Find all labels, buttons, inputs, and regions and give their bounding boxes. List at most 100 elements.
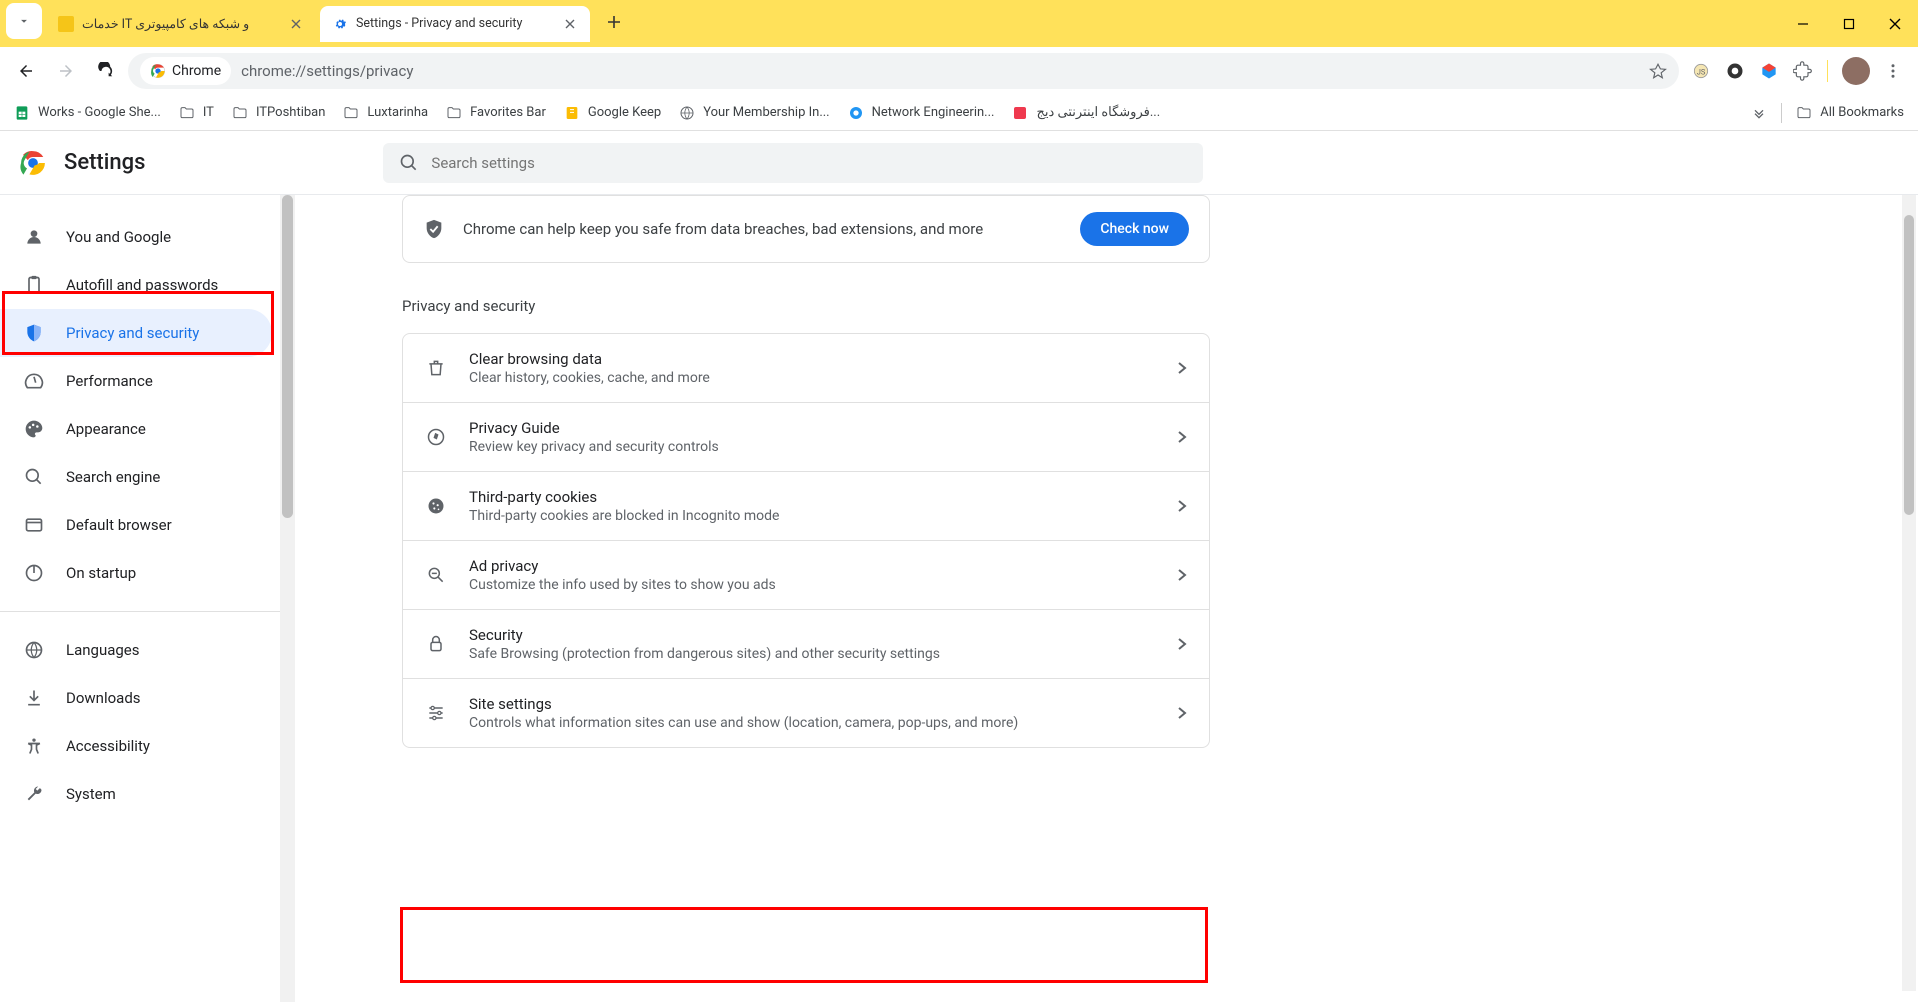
ad-privacy-icon bbox=[426, 565, 446, 585]
row-sub: Controls what information sites can use … bbox=[469, 715, 1155, 731]
new-tab-button[interactable] bbox=[600, 8, 628, 36]
sidebar-item-on-startup[interactable]: On startup bbox=[0, 549, 272, 597]
search-tabs-button[interactable] bbox=[6, 3, 42, 39]
bookmark-item[interactable]: Works - Google She... bbox=[14, 105, 161, 121]
bookmark-item[interactable]: Favorites Bar bbox=[446, 105, 546, 121]
settings-header: Settings bbox=[0, 131, 1918, 195]
sidebar-separator bbox=[0, 611, 280, 612]
extension-icon-2[interactable] bbox=[1725, 61, 1745, 81]
bookmark-item[interactable]: ITPoshtiban bbox=[232, 105, 325, 121]
bookmarks-right: All Bookmarks bbox=[1751, 103, 1904, 123]
star-icon[interactable] bbox=[1649, 62, 1667, 80]
content: You and Google Autofill and passwords Pr… bbox=[0, 195, 1918, 1002]
sidebar-item-performance[interactable]: Performance bbox=[0, 357, 272, 405]
bookmark-item[interactable]: Network Engineerin... bbox=[848, 105, 995, 121]
extension-icon-1[interactable]: JS bbox=[1691, 61, 1711, 81]
sidebar-scrollbar[interactable] bbox=[280, 195, 295, 1002]
sidebar-item-languages[interactable]: Languages bbox=[0, 626, 272, 674]
forward-button[interactable] bbox=[48, 53, 84, 89]
sidebar-item-search-engine[interactable]: Search engine bbox=[0, 453, 272, 501]
row-ad-privacy[interactable]: Ad privacyCustomize the info used by sit… bbox=[403, 540, 1209, 609]
sidebar-item-accessibility[interactable]: Accessibility bbox=[0, 722, 272, 770]
sidebar-item-system[interactable]: System bbox=[0, 770, 272, 818]
back-button[interactable] bbox=[8, 53, 44, 89]
extension-icon-3[interactable] bbox=[1759, 61, 1779, 81]
globe-icon bbox=[679, 105, 695, 121]
tab-1[interactable]: Settings - Privacy and security bbox=[320, 6, 590, 42]
check-now-button[interactable]: Check now bbox=[1080, 212, 1189, 246]
bookmark-item[interactable]: Luxtarinha bbox=[343, 105, 428, 121]
sidebar-item-downloads[interactable]: Downloads bbox=[0, 674, 272, 722]
cookie-icon bbox=[426, 496, 446, 516]
close-icon bbox=[291, 19, 301, 29]
extensions-icon[interactable] bbox=[1793, 61, 1813, 81]
search-settings[interactable] bbox=[383, 143, 1203, 183]
sidebar-label: Appearance bbox=[66, 420, 146, 438]
accessibility-icon bbox=[24, 736, 44, 756]
row-third-party-cookies[interactable]: Third-party cookiesThird-party cookies a… bbox=[403, 471, 1209, 540]
menu-icon[interactable] bbox=[1884, 62, 1902, 80]
close-icon bbox=[1889, 18, 1901, 30]
bookmark-item[interactable]: Google Keep bbox=[564, 105, 661, 121]
bookmark-item[interactable]: IT bbox=[179, 105, 214, 121]
plus-icon bbox=[607, 15, 621, 29]
chevron-right-icon bbox=[1177, 499, 1187, 513]
tab-close-button[interactable] bbox=[288, 16, 304, 32]
row-title: Security bbox=[469, 626, 1155, 644]
page-scrollbar[interactable] bbox=[1902, 195, 1916, 991]
shield-icon bbox=[24, 323, 44, 343]
wrench-icon bbox=[24, 784, 44, 804]
section-title: Privacy and security bbox=[402, 297, 1210, 315]
minimize-button[interactable] bbox=[1780, 0, 1826, 47]
reload-button[interactable] bbox=[88, 53, 124, 89]
download-icon bbox=[24, 688, 44, 708]
omnibox-chip: Chrome bbox=[140, 57, 231, 85]
chrome-icon bbox=[150, 63, 166, 79]
sidebar-label: Autofill and passwords bbox=[66, 276, 218, 294]
bookmark-item[interactable]: Your Membership In... bbox=[679, 105, 829, 121]
folder-icon bbox=[343, 105, 359, 121]
chevrons-icon[interactable] bbox=[1751, 105, 1767, 121]
omnibox-chip-label: Chrome bbox=[172, 63, 221, 79]
bookmark-label: Luxtarinha bbox=[367, 105, 428, 120]
sidebar-item-you-and-google[interactable]: You and Google bbox=[0, 213, 272, 261]
sidebar-item-privacy-security[interactable]: Privacy and security bbox=[0, 309, 272, 357]
sidebar-item-default-browser[interactable]: Default browser bbox=[0, 501, 272, 549]
titlebar: خدمات IT و شبکه های کامپیوتری Settings -… bbox=[0, 0, 1918, 47]
power-icon bbox=[24, 563, 44, 583]
safety-check-card: Chrome can help keep you safe from data … bbox=[402, 195, 1210, 263]
sidebar-label: System bbox=[66, 785, 116, 803]
search-settings-input[interactable] bbox=[431, 154, 1187, 172]
tab-0[interactable]: خدمات IT و شبکه های کامپیوتری bbox=[46, 6, 316, 42]
chevron-right-icon bbox=[1177, 361, 1187, 375]
close-window-button[interactable] bbox=[1872, 0, 1918, 47]
toolbar-icons: JS bbox=[1683, 57, 1910, 85]
lock-icon bbox=[426, 634, 446, 654]
chevron-right-icon bbox=[1177, 430, 1187, 444]
sidebar-label: On startup bbox=[66, 564, 136, 582]
sidebar-label: Search engine bbox=[66, 468, 160, 486]
bookmark-label: Google Keep bbox=[588, 105, 661, 120]
row-sub: Third-party cookies are blocked in Incog… bbox=[469, 508, 1155, 524]
arrow-right-icon bbox=[57, 62, 75, 80]
all-bookmarks-button[interactable]: All Bookmarks bbox=[1796, 105, 1904, 121]
profile-avatar[interactable] bbox=[1842, 57, 1870, 85]
row-privacy-guide[interactable]: Privacy GuideReview key privacy and secu… bbox=[403, 402, 1209, 471]
window-controls bbox=[1780, 0, 1918, 47]
row-site-settings[interactable]: Site settingsControls what information s… bbox=[403, 678, 1209, 747]
maximize-button[interactable] bbox=[1826, 0, 1872, 47]
sidebar-item-appearance[interactable]: Appearance bbox=[0, 405, 272, 453]
row-title: Clear browsing data bbox=[469, 350, 1155, 368]
bookmark-label: Favorites Bar bbox=[470, 105, 546, 120]
row-sub: Review key privacy and security controls bbox=[469, 439, 1155, 455]
bookmark-item[interactable]: فروشگاه اینترنتی دیج... bbox=[1012, 105, 1160, 121]
reload-icon bbox=[97, 62, 115, 80]
row-title: Ad privacy bbox=[469, 557, 1155, 575]
omnibox[interactable]: Chrome chrome://settings/privacy bbox=[128, 53, 1679, 89]
row-clear-browsing-data[interactable]: Clear browsing dataClear history, cookie… bbox=[403, 334, 1209, 402]
tab-title: خدمات IT و شبکه های کامپیوتری bbox=[82, 16, 280, 32]
sidebar-label: Accessibility bbox=[66, 737, 150, 755]
tab-close-button[interactable] bbox=[562, 16, 578, 32]
row-security[interactable]: SecuritySafe Browsing (protection from d… bbox=[403, 609, 1209, 678]
sidebar-item-autofill[interactable]: Autofill and passwords bbox=[0, 261, 272, 309]
